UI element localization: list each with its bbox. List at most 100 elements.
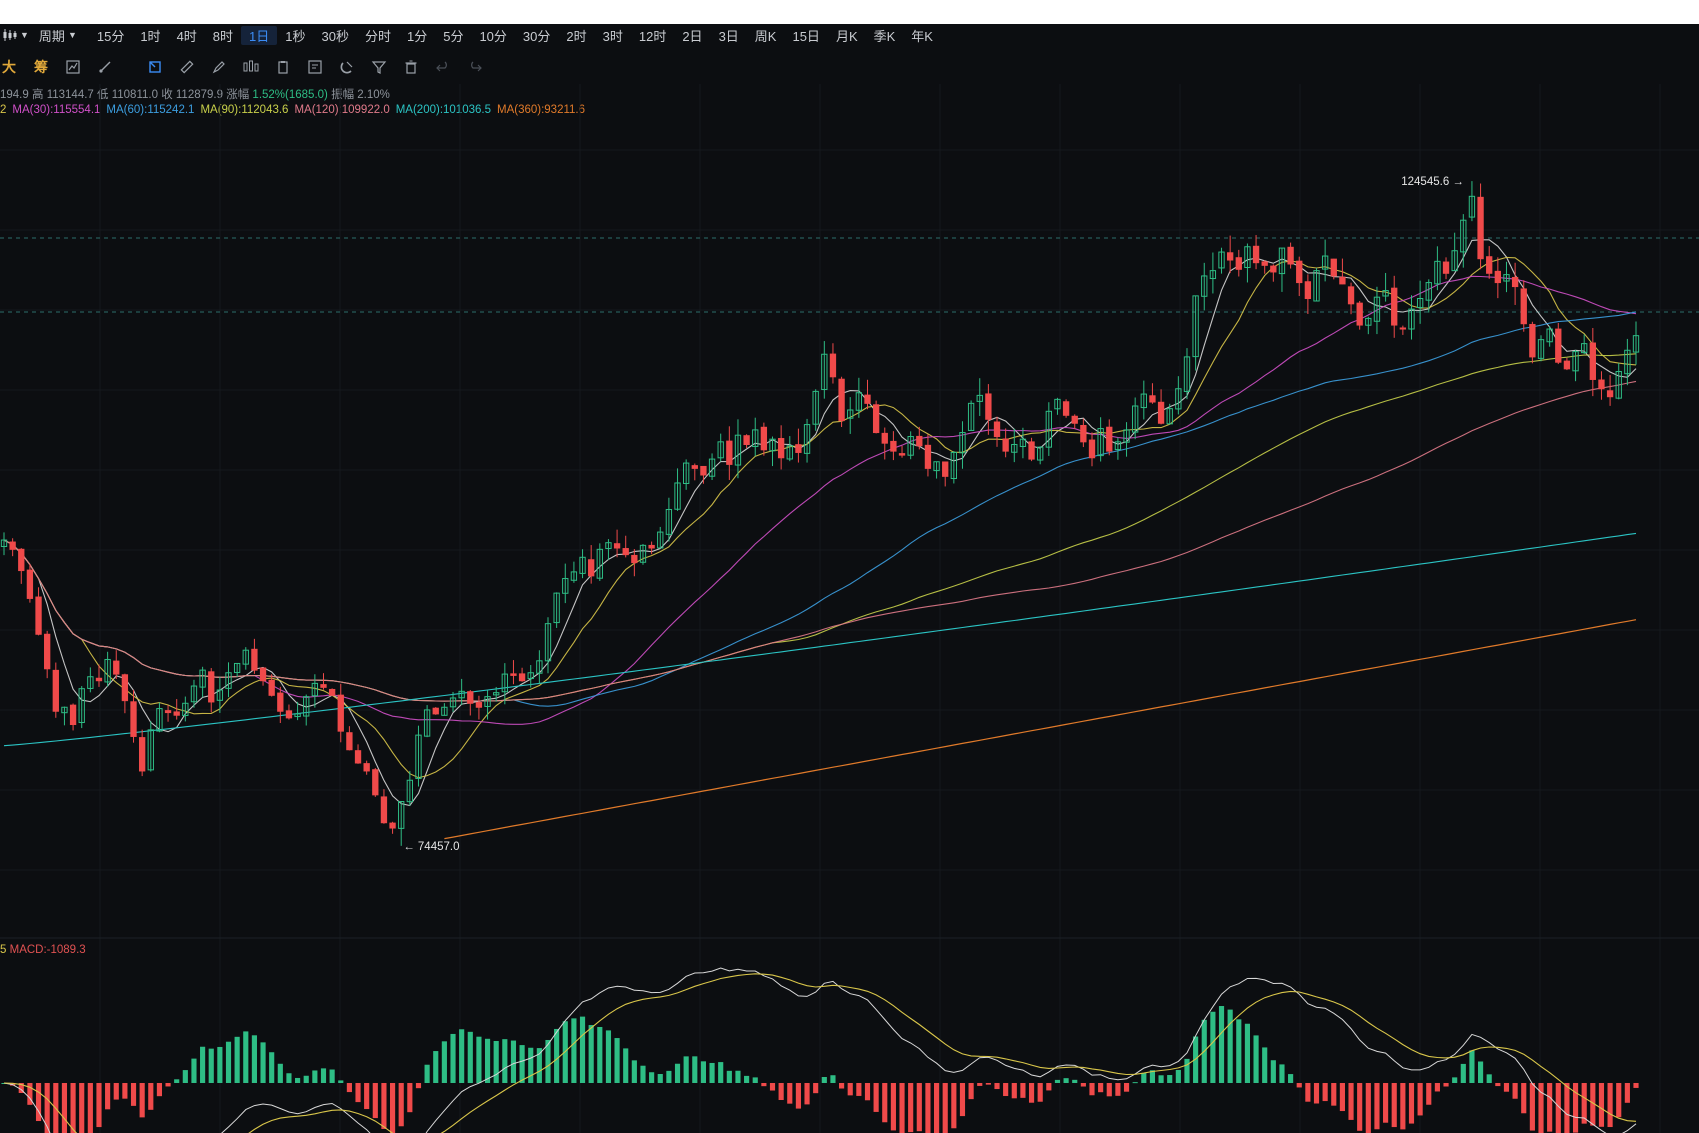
macd-histogram-bar [1080, 1083, 1086, 1087]
macd-histogram-bar [433, 1051, 439, 1083]
candle-body [346, 732, 353, 751]
candle-body [69, 704, 77, 726]
macd-histogram-bar [1322, 1083, 1328, 1102]
macd-histogram-bar [873, 1083, 879, 1112]
candle-body [1511, 276, 1519, 288]
macd-histogram-bar [450, 1033, 456, 1083]
candle-body [44, 633, 51, 670]
macd-histogram-bar [666, 1070, 672, 1083]
macd-histogram-bar [200, 1046, 206, 1083]
macd-histogram-bar [1521, 1083, 1527, 1114]
macd-histogram-bar [821, 1077, 827, 1083]
candle-body [320, 684, 327, 688]
macd-histogram-bar [208, 1048, 214, 1083]
macd-histogram-bar [398, 1083, 404, 1127]
candle-body [898, 453, 906, 456]
candle-body [743, 435, 750, 445]
candle-body [1088, 439, 1096, 459]
macd-histogram-bar [165, 1083, 171, 1087]
macd-histogram-bar [1046, 1083, 1052, 1091]
macd-histogram-bar [234, 1036, 240, 1083]
candle-body [1589, 342, 1596, 380]
macd-histogram-bar [700, 1061, 707, 1083]
macd-histogram-bar [424, 1064, 430, 1083]
macd-histogram-bar [372, 1083, 378, 1119]
candle-body [631, 554, 638, 564]
macd-histogram-bar [1288, 1074, 1294, 1083]
macd-histogram-bar [528, 1047, 534, 1083]
macd-histogram-bar [225, 1041, 232, 1083]
macd-histogram-bar [191, 1058, 197, 1083]
candle-body [1270, 265, 1277, 273]
macd-histogram-bar [303, 1075, 309, 1083]
macd-histogram-bar [1512, 1083, 1518, 1099]
macd-histogram-bar [761, 1083, 767, 1087]
candle-body [760, 426, 768, 451]
macd-histogram-bar [364, 1083, 370, 1110]
macd-histogram-bar [1020, 1083, 1026, 1098]
macd-histogram-bar [61, 1083, 68, 1133]
macd-histogram-bar [882, 1083, 888, 1123]
candle-body [1062, 401, 1070, 416]
candle-body [1296, 260, 1303, 284]
macd-histogram-bar [217, 1046, 223, 1083]
macd-histogram-bar [389, 1083, 396, 1133]
macd-histogram-bar [977, 1083, 983, 1086]
macd-histogram-bar [1477, 1061, 1484, 1083]
candle-body [864, 394, 871, 404]
candle-body [328, 688, 336, 696]
macd-histogram-bar [174, 1079, 180, 1083]
macd-histogram-bar [830, 1075, 836, 1083]
macd-histogram-bar [1391, 1083, 1397, 1128]
candle-body [18, 548, 25, 572]
macd-histogram-bar [251, 1035, 257, 1083]
candle-body [1080, 425, 1087, 443]
candle-body [268, 679, 275, 696]
macd-histogram-bar [1460, 1063, 1466, 1083]
candle-body [138, 737, 146, 772]
macd-histogram-bar [890, 1083, 896, 1131]
macd-histogram-bar [1072, 1079, 1078, 1083]
candle-body [916, 435, 923, 447]
candle-body [337, 694, 344, 732]
macd-histogram-bar [467, 1031, 473, 1083]
macd-histogram-bar [441, 1041, 447, 1083]
macd-histogram-bar [709, 1062, 715, 1083]
price-chart[interactable]: 124545.6 → ← 74457.0 [0, 0, 1699, 1133]
macd-histogram-bar [70, 1083, 76, 1133]
candle-body [467, 691, 474, 704]
macd-histogram-bar [1262, 1047, 1268, 1083]
candle-body [173, 711, 180, 716]
ma-line-360 [444, 619, 1637, 840]
macd-histogram-bar [1279, 1064, 1285, 1083]
macd-histogram-bar [1175, 1069, 1181, 1083]
macd-histogram-bar [968, 1083, 974, 1100]
macd-histogram-bar [295, 1077, 301, 1083]
macd-histogram-bar [951, 1083, 957, 1129]
candle-body [1287, 246, 1294, 265]
macd-histogram-bar [1098, 1083, 1104, 1093]
candle-body [1339, 276, 1346, 285]
macd-histogram-bar [571, 1018, 577, 1083]
macd-histogram-bar [579, 1016, 586, 1083]
candle-body [1330, 258, 1337, 277]
candle-body [164, 710, 172, 714]
macd-histogram-bar [554, 1028, 560, 1083]
macd-histogram-bar [269, 1052, 275, 1083]
candle-body [1261, 261, 1268, 266]
candle-body [700, 465, 707, 476]
candle-body [726, 440, 733, 465]
macd-histogram-bar [312, 1070, 318, 1083]
candle-body [1442, 261, 1450, 274]
macd-histogram-bar [1400, 1083, 1406, 1130]
macd-histogram-bar [942, 1083, 948, 1133]
candle-body [1391, 287, 1398, 326]
macd-histogram-bar [277, 1063, 283, 1083]
macd-histogram-bar [735, 1070, 741, 1083]
candle-body [372, 769, 379, 796]
macd-histogram-bar [1210, 1011, 1216, 1083]
candle-body [389, 822, 396, 829]
macd-histogram-bar [1564, 1083, 1570, 1133]
macd-histogram-bar [744, 1075, 750, 1083]
macd-histogram-bar [899, 1083, 905, 1133]
